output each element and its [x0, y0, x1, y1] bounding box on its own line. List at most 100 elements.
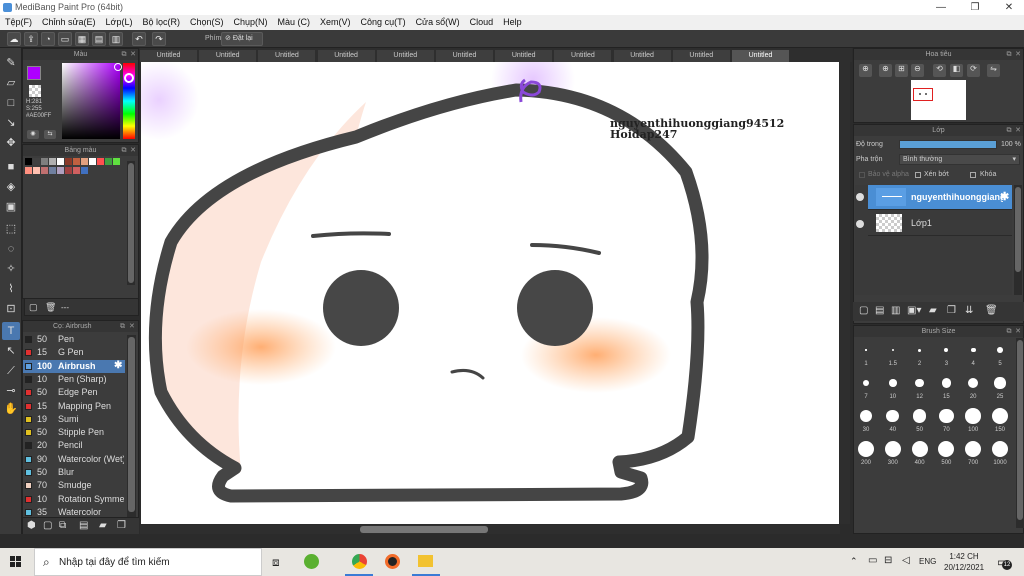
opacity-slider[interactable] [899, 140, 997, 149]
notification-icon[interactable]: ▭ 12 [997, 555, 1012, 570]
lock-checkbox[interactable] [970, 172, 976, 178]
flip-icon[interactable]: ⇋ [987, 64, 1000, 77]
palette-swatch[interactable] [81, 158, 88, 165]
color-mode-button[interactable]: ◉ [27, 130, 39, 139]
palette-swatch[interactable] [89, 158, 96, 165]
brush-size-dot[interactable] [992, 441, 1008, 457]
clock[interactable]: 1:42 CH 20/12/2021 [944, 551, 984, 573]
document-tab[interactable]: Untitled [199, 50, 257, 62]
close-icon[interactable]: ✕ [1014, 326, 1022, 337]
brush-settings-icon[interactable]: ▤ [79, 520, 88, 531]
palette-swatch[interactable] [49, 158, 56, 165]
close-icon[interactable]: ✕ [1014, 125, 1022, 136]
document-tab[interactable]: Untitled [732, 50, 789, 62]
hue-cursor[interactable] [124, 73, 134, 83]
layer-scrollbar[interactable] [1014, 185, 1022, 295]
brush-size-dot[interactable] [911, 441, 928, 457]
sv-cursor[interactable] [114, 63, 122, 71]
menu-item[interactable]: Cloud [465, 15, 499, 30]
document-tab[interactable]: Untitled [613, 50, 671, 62]
volume-icon[interactable]: ◁ [902, 555, 910, 566]
blend-select[interactable]: Bình thường ▾ [899, 154, 1020, 165]
transparent-color-swatch[interactable] [29, 85, 41, 97]
rotate-left-icon[interactable]: ⟲ [933, 64, 946, 77]
brush-size-dot[interactable] [941, 378, 952, 388]
document-tab[interactable]: Untitled [436, 50, 493, 62]
eraser-tool-icon[interactable]: ▱ [2, 74, 20, 92]
primary-color-swatch[interactable] [27, 66, 41, 80]
layer-row-1[interactable]: nguyenthihuonggiang ✱ [868, 185, 1012, 210]
brush-size-dot[interactable] [915, 378, 924, 388]
brush-item[interactable]: 50 Pen [23, 333, 125, 346]
close-button[interactable]: ✕ [994, 0, 1024, 15]
brush-size-dot[interactable] [865, 349, 867, 351]
palette-swatch[interactable] [81, 167, 88, 174]
dot-tool-icon[interactable]: □ [2, 94, 20, 112]
reset-button[interactable]: ⊘ Đặt lại [221, 32, 263, 46]
upload-icon[interactable]: ⇪ [24, 32, 38, 46]
saturation-value-picker[interactable] [62, 63, 120, 139]
menu-item[interactable]: Cửa sổ(W) [411, 15, 465, 30]
palette-swatch[interactable] [65, 158, 72, 165]
float-icon[interactable]: ⧉ [1005, 125, 1013, 136]
menu-item[interactable]: Màu (C) [273, 15, 316, 30]
network-icon[interactable]: ⊟ [884, 555, 892, 566]
brush-size-dot[interactable] [858, 441, 874, 457]
undo-icon[interactable]: ↶ [132, 32, 146, 46]
brush-size-dot[interactable] [997, 347, 1003, 353]
brush-copy-icon[interactable]: ⧉ [59, 520, 66, 531]
stroke-tool-icon[interactable]: ↘ [2, 114, 20, 132]
layout-icon[interactable]: ▥ [109, 32, 123, 46]
brush-size-dot[interactable] [891, 348, 894, 352]
canvas-hscroll-thumb[interactable] [360, 526, 488, 533]
merge-layer-icon[interactable]: ⇊ [965, 305, 973, 316]
layer-scroll-thumb[interactable] [1015, 187, 1021, 272]
palette-swatch[interactable] [73, 158, 80, 165]
brush-item[interactable]: 10 Rotation Symmetry [23, 493, 125, 506]
brush-size-dot[interactable] [939, 408, 954, 424]
canvas-hscroll[interactable] [140, 525, 840, 534]
clipping-checkbox[interactable] [915, 172, 921, 178]
palette-swatch[interactable] [113, 158, 120, 165]
palette-swatch[interactable] [41, 158, 48, 165]
bucket-tool-icon[interactable]: ◈ [2, 178, 20, 196]
close-icon[interactable]: ✕ [129, 145, 137, 156]
brush-size-dot[interactable] [860, 410, 872, 422]
palette-swatch[interactable] [25, 167, 32, 174]
brush-size-dot[interactable] [889, 379, 897, 387]
menu-item[interactable]: Tệp(F) [0, 15, 37, 30]
zoom-in-icon[interactable]: ⊕ [859, 64, 872, 77]
brush-size-scroll-thumb[interactable] [1017, 340, 1023, 520]
brush-size-scrollbar[interactable] [1016, 338, 1024, 528]
gear-icon[interactable]: ✱ [1000, 190, 1009, 203]
palette-more[interactable]: --- [61, 303, 69, 312]
folder-icon[interactable]: ▰ [929, 305, 937, 316]
message-icon[interactable]: ▭ [58, 32, 72, 46]
brush-item[interactable]: 50 Edge Pen [23, 386, 125, 399]
document-tab[interactable]: Untitled [495, 50, 553, 62]
brush-size-dot[interactable] [992, 408, 1008, 424]
menu-item[interactable]: Lớp(L) [101, 15, 138, 30]
divide-tool-icon[interactable]: ⟋ [2, 362, 20, 380]
brush-item[interactable]: 50 Stipple Pen [23, 426, 125, 439]
brush-item[interactable]: 70 Smudge [23, 479, 125, 492]
menu-item[interactable]: Chỉnh sửa(E) [37, 15, 101, 30]
palette-swatch[interactable] [33, 158, 40, 165]
brush-item[interactable]: 15 G Pen [23, 346, 125, 359]
fill-shape-icon[interactable]: ■ [2, 158, 20, 176]
delete-palette-icon[interactable]: 🗑 [45, 302, 56, 313]
close-icon[interactable]: ✕ [129, 49, 137, 60]
eyedropper-icon[interactable]: ⊸ [2, 382, 20, 400]
task-view-icon[interactable]: ⧈ [272, 555, 280, 570]
maximize-button[interactable]: ❐ [960, 0, 990, 15]
menu-item[interactable]: Help [498, 15, 527, 30]
float-icon[interactable]: ⧉ [1005, 49, 1013, 60]
protect-alpha-checkbox[interactable] [859, 172, 865, 178]
taskbar-search[interactable]: ⌕ Nhập tại đây để tìm kiếm [34, 548, 262, 576]
brush-size-dot[interactable] [884, 441, 901, 457]
brush-size-dot[interactable] [918, 348, 922, 352]
palette-swatch[interactable] [73, 167, 80, 174]
chrome-icon[interactable] [352, 554, 367, 569]
palette-swatch[interactable] [33, 167, 40, 174]
navigator-preview[interactable] [911, 80, 966, 120]
